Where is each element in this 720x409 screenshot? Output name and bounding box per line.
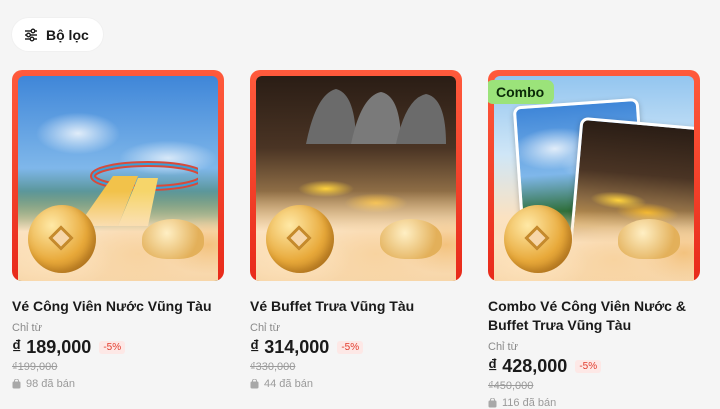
bag-icon — [12, 379, 21, 389]
product-image[interactable]: Combo — [488, 70, 700, 281]
product-card-combo[interactable]: Combo Combo Vé Công Viên Nước & Buffet T… — [488, 70, 710, 409]
original-price: ₫199,000 — [12, 361, 58, 373]
product-title[interactable]: Vé Công Viên Nước Vũng Tàu — [12, 297, 224, 316]
product-card-buffet[interactable]: Vé Buffet Trưa Vũng Tàu Chỉ từ ₫ 314,000… — [250, 70, 462, 390]
sold-count: 98 đã bán — [12, 378, 224, 390]
gold-coin-icon — [504, 205, 572, 273]
product-price: ₫ 428,000 — [488, 356, 568, 376]
gold-ingot-icon — [618, 219, 680, 259]
product-price: ₫ 314,000 — [250, 337, 330, 357]
gold-coin-icon — [28, 205, 96, 273]
bag-icon — [250, 379, 259, 389]
discount-badge: -5% — [337, 341, 364, 354]
price-prefix: Chỉ từ — [12, 322, 42, 334]
gold-coin-icon — [266, 205, 334, 273]
price-prefix: Chỉ từ — [250, 322, 280, 334]
discount-badge: -5% — [99, 341, 126, 354]
buffet-lamps-illustration — [306, 89, 446, 144]
bag-icon — [488, 398, 497, 408]
discount-badge: -5% — [575, 360, 602, 373]
original-price: ₫330,000 — [250, 361, 296, 373]
combo-tag: Combo — [488, 80, 555, 104]
gold-ingot-icon — [380, 219, 442, 259]
gold-ingot-icon — [142, 219, 204, 259]
product-card-water-park[interactable]: Vé Công Viên Nước Vũng Tàu Chỉ từ ₫ 189,… — [12, 70, 224, 390]
sold-count-text: 44 đã bán — [264, 378, 313, 390]
filter-button[interactable]: Bộ lọc — [12, 18, 103, 51]
price-prefix: Chỉ từ — [488, 341, 518, 353]
product-title[interactable]: Combo Vé Công Viên Nước & Buffet Trưa Vũ… — [488, 297, 703, 335]
product-image[interactable] — [12, 70, 224, 281]
sold-count-text: 98 đã bán — [26, 378, 75, 390]
sold-count: 116 đã bán — [488, 397, 710, 409]
sold-count-text: 116 đã bán — [502, 397, 557, 409]
original-price: ₫450,000 — [488, 380, 534, 392]
sold-count: 44 đã bán — [250, 378, 462, 390]
filter-label: Bộ lọc — [46, 26, 89, 43]
product-title[interactable]: Vé Buffet Trưa Vũng Tàu — [250, 297, 462, 316]
sliders-icon — [24, 28, 38, 42]
product-image[interactable] — [250, 70, 462, 281]
product-price: ₫ 189,000 — [12, 337, 92, 357]
